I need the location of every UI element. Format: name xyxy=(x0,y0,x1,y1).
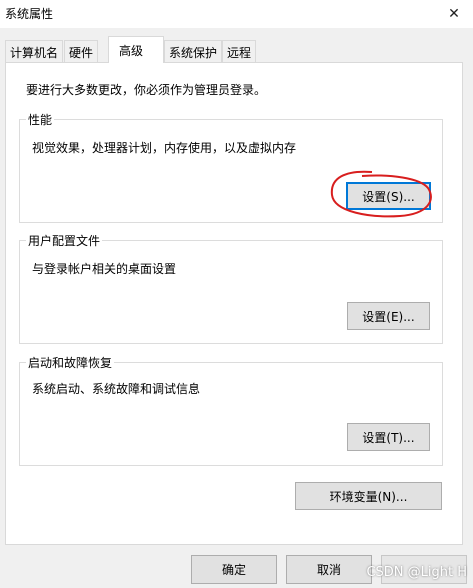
user-profiles-description: 与登录帐户相关的桌面设置 xyxy=(32,262,177,276)
close-icon[interactable]: ✕ xyxy=(435,0,473,28)
performance-group: 性能 视觉效果，处理器计划，内存使用，以及虚拟内存 设置(S)... xyxy=(19,111,443,223)
performance-settings-button[interactable]: 设置(S)... xyxy=(346,182,431,210)
tab-hardware[interactable]: 硬件 xyxy=(64,40,99,62)
admin-notice: 要进行大多数更改，你必须作为管理员登录。 xyxy=(26,83,267,97)
startup-recovery-group-title: 启动和故障恢复 xyxy=(26,354,115,371)
ok-button[interactable]: 确定 xyxy=(191,555,277,584)
user-profiles-group: 用户配置文件 与登录帐户相关的桌面设置 设置(E)... xyxy=(19,232,443,344)
tab-computer-name[interactable]: 计算机名 xyxy=(5,40,64,62)
system-properties-dialog: 系统属性 ✕ 计算机名 硬件 高级 系统保护 远程 要进行大多数更改，你必须作为… xyxy=(0,0,473,588)
startup-recovery-group: 启动和故障恢复 系统启动、系统故障和调试信息 设置(T)... xyxy=(19,354,443,466)
user-profiles-group-title: 用户配置文件 xyxy=(26,232,103,249)
advanced-tab-panel: 要进行大多数更改，你必须作为管理员登录。 性能 视觉效果，处理器计划，内存使用，… xyxy=(5,62,463,545)
tab-remote[interactable]: 远程 xyxy=(222,40,257,62)
cancel-button[interactable]: 取消 xyxy=(286,555,372,584)
title-bar: 系统属性 ✕ xyxy=(0,0,473,28)
watermark: CSDN @Light H xyxy=(366,565,467,580)
startup-recovery-description: 系统启动、系统故障和调试信息 xyxy=(32,382,201,396)
tab-system-protection[interactable]: 系统保护 xyxy=(164,40,223,62)
performance-description: 视觉效果，处理器计划，内存使用，以及虚拟内存 xyxy=(32,141,297,155)
user-profiles-settings-button[interactable]: 设置(E)... xyxy=(347,302,430,330)
environment-variables-button[interactable]: 环境变量(N)... xyxy=(295,482,442,510)
tab-advanced[interactable]: 高级 xyxy=(108,36,164,63)
window-title: 系统属性 xyxy=(5,7,54,21)
startup-recovery-settings-button[interactable]: 设置(T)... xyxy=(347,423,430,451)
performance-group-title: 性能 xyxy=(26,111,55,128)
